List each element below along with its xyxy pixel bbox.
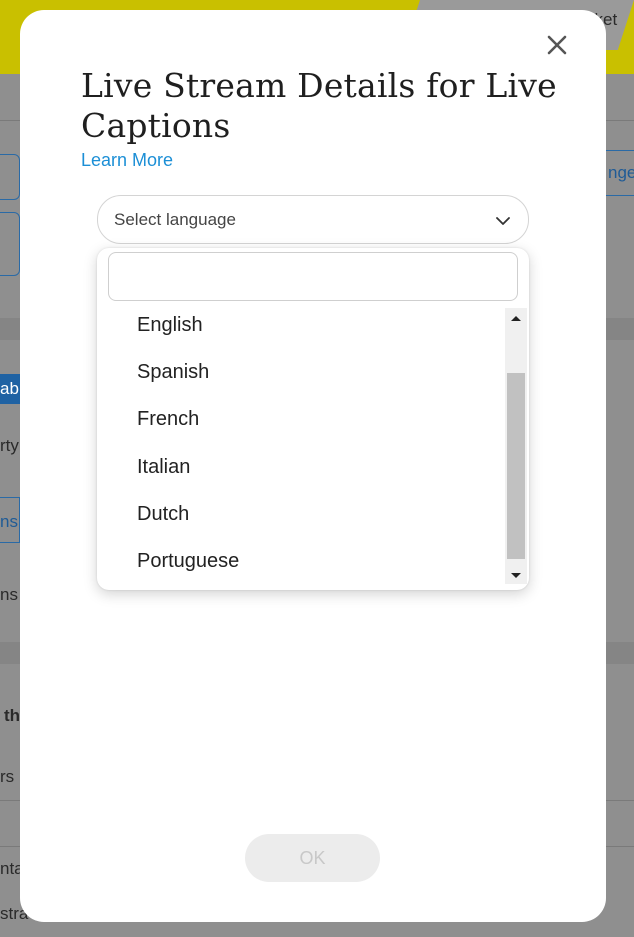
language-select-placeholder: Select language [114,210,236,229]
learn-more-link[interactable]: Learn More [81,150,173,171]
background-fragment: rty [0,436,19,455]
background-toggle [0,212,20,276]
language-option-dutch[interactable]: Dutch [137,503,189,526]
language-option-french[interactable]: French [137,408,199,431]
language-option-portuguese[interactable]: Portuguese [137,550,239,573]
language-select[interactable]: Select language [97,195,529,244]
live-captions-modal: Live Stream Details for Live Captions Le… [20,10,606,922]
background-fragment: ns [0,585,18,604]
language-search-input[interactable] [108,252,518,301]
language-option-spanish[interactable]: Spanish [137,361,209,384]
language-options-list: English Spanish French Italian Dutch Por… [97,300,505,590]
triangle-up-icon [511,316,521,321]
close-icon [547,35,567,55]
background-fragment: ab [0,379,19,398]
background-fragment: ns [0,512,18,531]
scroll-up-button[interactable] [505,310,527,324]
language-option-italian[interactable]: Italian [137,456,190,479]
modal-title: Live Stream Details for Live Captions [81,66,557,145]
background-fragment: th [4,706,21,725]
close-button[interactable] [544,32,570,58]
chevron-down-icon [496,217,510,225]
triangle-down-icon [511,573,521,578]
dropdown-scrollbar[interactable] [505,308,527,584]
background-fragment: nge [608,163,634,182]
background-field [0,154,20,200]
scrollbar-thumb[interactable] [507,373,525,559]
language-dropdown: English Spanish French Italian Dutch Por… [97,248,529,590]
language-option-english[interactable]: English [137,314,203,337]
ok-button[interactable]: OK [245,834,380,882]
scroll-down-button[interactable] [505,568,527,582]
background-fragment: rs [0,767,15,786]
